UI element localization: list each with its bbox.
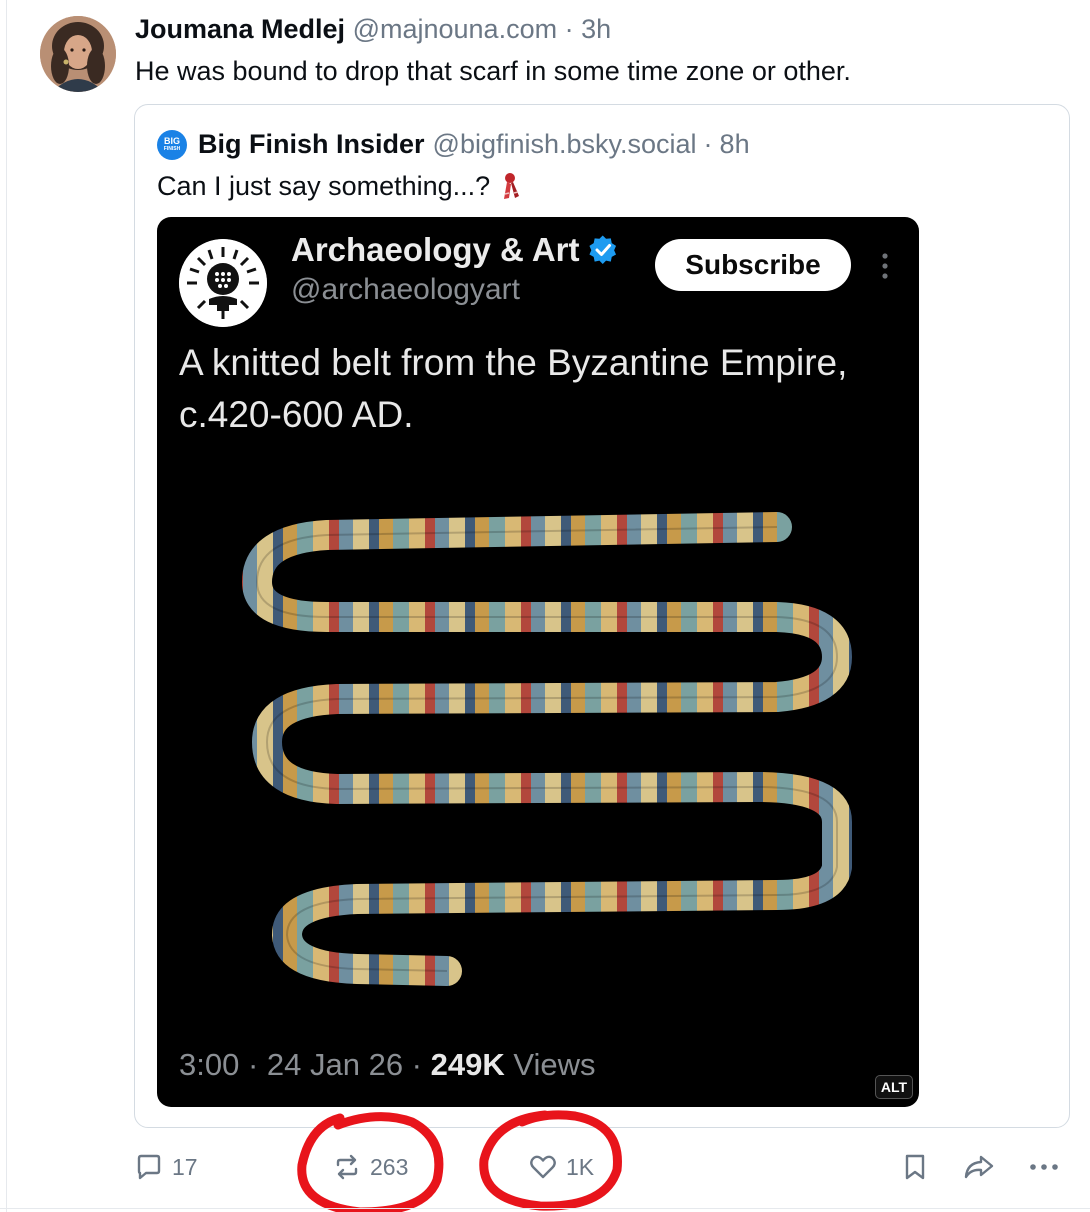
repost-icon <box>336 1154 358 1180</box>
heart-icon <box>530 1155 556 1179</box>
embedded-views-count: 249K <box>430 1047 505 1082</box>
quoted-post-text-row: Can I just say something...? <box>157 171 522 202</box>
header-separator: · <box>564 14 574 44</box>
embedded-account-name-row: Archaeology & Art <box>291 231 618 269</box>
quoted-author-avatar[interactable]: BIG FINISH <box>157 129 187 160</box>
reply-button[interactable]: 17 <box>134 1152 198 1182</box>
like-button[interactable]: 1K <box>528 1152 594 1182</box>
author-handle[interactable]: @majnouna.com <box>353 14 558 44</box>
embedded-more-icon <box>882 253 888 279</box>
avatar-text-top: BIG <box>163 136 180 146</box>
author-name[interactable]: Joumana Medlej <box>135 14 345 44</box>
more-icon <box>1030 1164 1058 1170</box>
embedded-footer: 3:00 · 24 Jan 26 · 249K Views <box>179 1047 596 1083</box>
verified-badge-icon <box>588 235 616 264</box>
quoted-post-text: Can I just say something...? <box>157 171 491 201</box>
post-text: He was bound to drop that scarf in some … <box>135 56 851 86</box>
reply-count: 17 <box>172 1153 198 1180</box>
share-icon <box>964 1155 994 1179</box>
quoted-post-header: BIG FINISH Big Finish Insider @bigfinish… <box>157 129 750 160</box>
author-avatar[interactable] <box>40 16 116 92</box>
more-options-button[interactable] <box>1028 1152 1060 1182</box>
reply-icon <box>137 1154 161 1180</box>
avatar-text-bottom: FINISH <box>163 146 181 152</box>
bookmark-icon <box>905 1154 925 1180</box>
feed-post[interactable]: Joumana Medlej @majnouna.com · 3h He was… <box>0 0 1090 1212</box>
post-header: Joumana Medlej @majnouna.com · 3h <box>135 14 611 45</box>
post-time[interactable]: 3h <box>581 14 611 44</box>
quoted-author-name[interactable]: Big Finish Insider <box>198 129 425 160</box>
embedded-footer-time: 3:00 · 24 Jan 26 · <box>179 1047 422 1082</box>
embedded-views-label: Views <box>513 1047 596 1082</box>
quoted-post-time[interactable]: 8h <box>720 129 750 160</box>
alt-text-badge[interactable]: ALT <box>875 1075 913 1099</box>
share-button[interactable] <box>962 1152 996 1182</box>
embedded-account-handle: @archaeologyart <box>291 273 520 306</box>
embedded-account-name: Archaeology & Art <box>291 231 580 268</box>
scarf-icon <box>504 172 520 199</box>
quoted-post[interactable]: BIG FINISH Big Finish Insider @bigfinish… <box>134 104 1070 1128</box>
quoted-author-handle[interactable]: @bigfinish.bsky.social <box>433 129 697 160</box>
bookmark-button[interactable] <box>900 1152 930 1182</box>
repost-count: 263 <box>370 1153 409 1180</box>
archaeology-art-logo-icon <box>179 239 267 327</box>
like-count: 1K <box>566 1153 595 1180</box>
repost-button[interactable]: 263 <box>332 1152 408 1182</box>
embedded-post-body: A knitted belt from the Byzantine Empire… <box>179 342 848 435</box>
knitted-belt-photo <box>242 512 852 986</box>
bottom-divider <box>0 1208 1090 1209</box>
embedded-image[interactable]: Archaeology & Art @archaeologyart Subscr… <box>157 217 919 1107</box>
embedded-subscribe-button: Subscribe <box>655 239 851 291</box>
quoted-header-separator: · <box>703 129 713 159</box>
post-actions: 17 263 1K <box>0 1140 1090 1196</box>
